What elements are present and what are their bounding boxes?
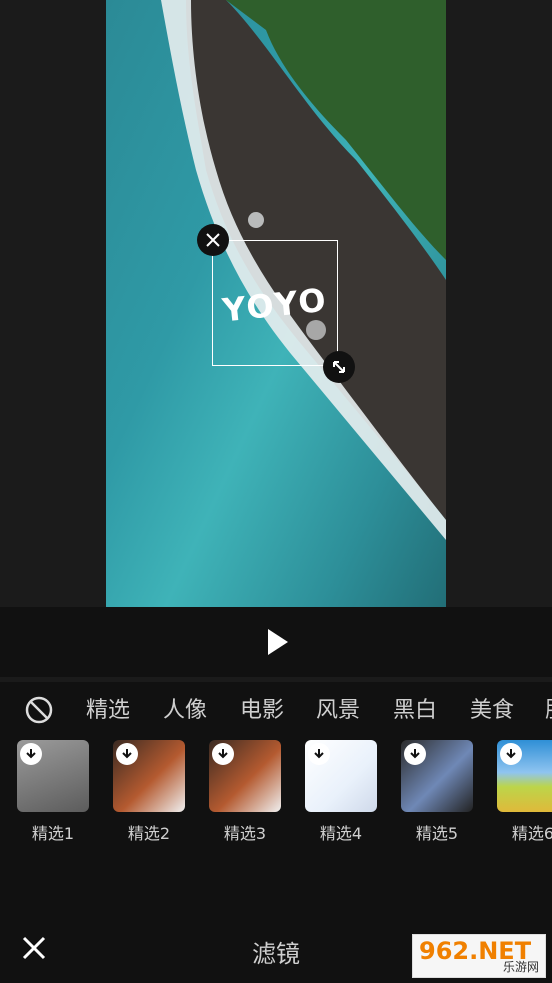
play-icon[interactable] — [262, 627, 292, 657]
tab-black-white[interactable]: 黑白 — [393, 692, 437, 724]
filter-label: 精选3 — [223, 824, 267, 843]
filter-thumbnail — [497, 740, 552, 812]
sticker-text: YOYO — [220, 280, 330, 330]
filter-item[interactable]: 精选3 — [209, 740, 281, 844]
tab-food[interactable]: 美食 — [470, 692, 514, 724]
sticker-delete-button[interactable] — [197, 224, 229, 256]
filter-label: 精选1 — [31, 824, 75, 843]
filter-label: 精选5 — [415, 824, 459, 843]
filter-thumbnail — [209, 740, 281, 812]
filter-label: 精选2 — [127, 824, 171, 843]
video-preview-area: YOYO — [0, 0, 552, 607]
close-icon — [206, 233, 220, 247]
filter-thumbnail — [401, 740, 473, 812]
filter-thumbnail — [113, 740, 185, 812]
filter-thumbnail — [305, 740, 377, 812]
no-filter-icon[interactable] — [24, 695, 54, 725]
filter-label: 精选4 — [319, 824, 363, 843]
tab-selected[interactable]: 精选 — [86, 692, 130, 724]
download-icon — [404, 743, 426, 765]
watermark: 962.NET 乐游网 — [412, 934, 546, 978]
download-icon — [308, 743, 330, 765]
resize-arrows-icon — [333, 361, 345, 373]
filter-item[interactable]: 精选6 — [497, 740, 552, 844]
download-icon — [116, 743, 138, 765]
tab-skin[interactable]: 肌 — [545, 692, 552, 724]
download-icon — [500, 743, 522, 765]
sticker-resize-handle[interactable] — [323, 351, 355, 383]
watermark-sub: 乐游网 — [502, 960, 539, 974]
tab-landscape[interactable]: 风景 — [316, 692, 360, 724]
filter-item[interactable]: 精选1 — [17, 740, 89, 844]
filter-item[interactable]: 精选2 — [113, 740, 185, 844]
filter-item[interactable]: 精选5 — [401, 740, 473, 844]
tab-portrait[interactable]: 人像 — [163, 692, 207, 724]
download-icon — [212, 743, 234, 765]
filter-thumbnail — [17, 740, 89, 812]
tab-movie[interactable]: 电影 — [240, 692, 284, 724]
sticker-selection-box[interactable]: YOYO — [212, 240, 338, 366]
filter-label: 精选6 — [511, 824, 552, 843]
filter-item[interactable]: 精选4 — [305, 740, 377, 844]
download-icon — [20, 743, 42, 765]
